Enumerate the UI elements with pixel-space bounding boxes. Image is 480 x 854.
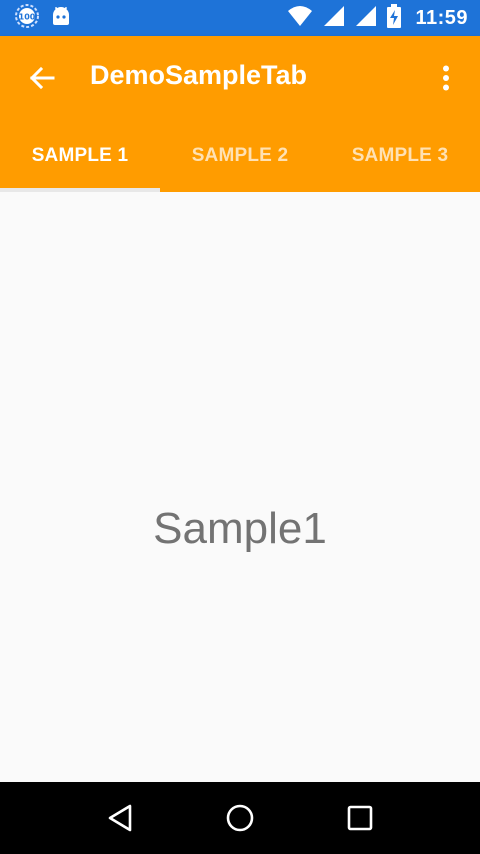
nav-back-button[interactable] (90, 788, 150, 848)
tab-sample-3[interactable]: SAMPLE 3 (320, 120, 480, 192)
toolbar: DemoSampleTab (0, 36, 480, 120)
back-button[interactable] (20, 56, 64, 100)
app-bar: DemoSampleTab SAMPLE 1 SAMPLE 2 SAMPLE 3 (0, 36, 480, 192)
content-text: Sample1 (153, 504, 327, 553)
overflow-menu-button[interactable] (426, 56, 466, 100)
tab-label: SAMPLE 2 (191, 145, 289, 166)
tab-content: Sample1 (0, 192, 480, 782)
home-circle-icon (226, 804, 254, 832)
status-time: 11:59 (415, 6, 468, 29)
tab-sample-2[interactable]: SAMPLE 2 (160, 120, 320, 192)
tab-label: SAMPLE 1 (31, 145, 129, 166)
nav-home-button[interactable] (210, 788, 270, 848)
more-vert-icon (443, 65, 449, 91)
signal-icon (323, 5, 345, 31)
app-title: DemoSampleTab (90, 60, 308, 90)
nav-recents-button[interactable] (330, 788, 390, 848)
battery-saver-badge: 100 (19, 13, 36, 22)
tab-sample-1[interactable]: SAMPLE 1 (0, 120, 160, 192)
android-icon (50, 5, 72, 31)
status-bar-left: 100 (14, 3, 72, 33)
signal-icon-2 (355, 5, 377, 31)
wifi-icon (287, 5, 313, 31)
battery-charging-icon (387, 4, 402, 32)
status-bar: 100 11:59 (0, 0, 480, 36)
battery-saver-icon: 100 (14, 3, 40, 33)
tab-bar: SAMPLE 1 SAMPLE 2 SAMPLE 3 (0, 120, 480, 192)
back-triangle-icon (108, 804, 132, 832)
navigation-bar (0, 782, 480, 854)
recents-square-icon (347, 805, 373, 831)
status-bar-right: 11:59 (287, 4, 468, 32)
tab-label: SAMPLE 3 (351, 145, 449, 166)
arrow-back-icon (29, 66, 55, 90)
